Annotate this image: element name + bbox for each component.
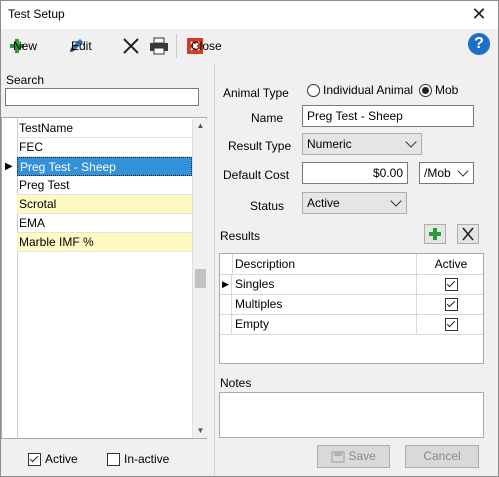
row-pointer-icon: ▶ xyxy=(220,274,232,294)
radio-individual-label: Individual Animal xyxy=(323,83,414,97)
test-list: TestName FEC ▶ Preg Test - Sheep Preg Test Sc… xyxy=(1,117,208,439)
title-bar: Test Setup ✕ xyxy=(1,1,498,29)
chevron-down-icon xyxy=(405,136,417,148)
help-icon[interactable]: ? xyxy=(468,33,490,55)
radio-mob-input[interactable] xyxy=(419,83,432,97)
list-item-label: Marble IMF % xyxy=(17,233,192,252)
result-active-checkbox[interactable] xyxy=(444,317,458,331)
results-row[interactable]: Multiples xyxy=(220,294,483,315)
list-item[interactable]: Scrotal xyxy=(2,195,192,214)
row-pointer-icon: ▶ xyxy=(5,161,13,172)
result-active-cell xyxy=(417,294,483,314)
delete-x-icon xyxy=(462,227,474,241)
cancel-button[interactable]: Cancel xyxy=(405,445,479,468)
results-row[interactable]: Empty xyxy=(220,314,483,335)
result-active-checkbox[interactable] xyxy=(444,277,458,291)
result-active-cell xyxy=(417,314,483,334)
test-setup-window: Test Setup ✕ New Edit Close ? Search Tes… xyxy=(0,0,499,477)
save-button[interactable]: Save xyxy=(317,445,390,468)
scroll-up-icon[interactable]: ▲ xyxy=(193,119,208,133)
result-type-value: Numeric xyxy=(307,137,352,151)
left-panel: Search TestName FEC ▶ Preg Test - Sheep Preg… xyxy=(1,63,209,476)
col-description-header[interactable]: Description xyxy=(233,254,417,274)
radio-individual[interactable]: Individual Animal xyxy=(307,83,413,97)
close-label: Close xyxy=(191,39,222,53)
animal-type-label: Animal Type xyxy=(223,86,289,100)
row-header-cell xyxy=(220,254,233,274)
new-label: New xyxy=(13,39,38,53)
list-item-label: TestName xyxy=(17,119,192,138)
status-value: Active xyxy=(307,196,340,210)
radio-mob-label: Mob xyxy=(435,83,459,97)
radio-mob[interactable]: Mob xyxy=(419,83,458,97)
new-button[interactable]: New xyxy=(9,34,37,58)
edit-label: Edit xyxy=(71,39,92,53)
delete-x-icon xyxy=(123,38,139,54)
list-item-label: FEC xyxy=(17,138,192,157)
window-title: Test Setup xyxy=(8,7,65,21)
close-button[interactable]: Close xyxy=(187,34,222,58)
status-label: Status xyxy=(250,199,285,213)
list-scrollbar[interactable]: ▲ ▼ xyxy=(192,119,208,438)
toolbar-separator xyxy=(176,34,177,58)
print-button[interactable] xyxy=(149,34,169,58)
cost-unit-value: /Mob xyxy=(424,166,451,180)
list-item-label: Preg Test - Sheep xyxy=(17,157,192,176)
plus-icon xyxy=(429,228,441,240)
result-type-select[interactable]: Numeric xyxy=(302,133,422,155)
active-filter-label: Active xyxy=(45,452,78,466)
toolbar: New Edit Close ? xyxy=(1,30,498,62)
status-select[interactable]: Active xyxy=(302,192,407,214)
results-grid: Description Active ▶ Singles Multiples Empt… xyxy=(219,253,484,364)
remove-result-button[interactable] xyxy=(457,224,479,244)
list-item-label: Scrotal xyxy=(17,195,192,214)
list-item[interactable]: EMA xyxy=(2,214,192,233)
edit-button[interactable]: Edit xyxy=(67,34,92,58)
chevron-down-icon xyxy=(390,195,402,207)
results-header-row: Description Active xyxy=(220,254,483,275)
window-close-button[interactable]: ✕ xyxy=(468,3,490,25)
default-cost-field[interactable]: $0.00 xyxy=(302,162,408,184)
list-item-label: Preg Test xyxy=(17,176,192,195)
list-item[interactable]: FEC xyxy=(2,138,192,157)
result-description-cell[interactable]: Empty xyxy=(233,314,417,334)
printer-icon xyxy=(150,37,168,55)
add-result-button[interactable] xyxy=(424,224,446,244)
results-row[interactable]: ▶ Singles xyxy=(220,274,483,295)
save-disk-icon xyxy=(331,451,345,463)
list-item[interactable]: TestName xyxy=(2,119,192,138)
scroll-down-icon[interactable]: ▼ xyxy=(193,424,208,438)
result-type-label: Result Type xyxy=(228,139,292,153)
inactive-checkbox[interactable] xyxy=(107,452,120,466)
default-cost-label: Default Cost xyxy=(223,168,290,182)
name-label: Name xyxy=(251,111,284,125)
radio-individual-input[interactable] xyxy=(307,83,320,97)
cost-unit-select[interactable]: /Mob xyxy=(419,162,474,184)
row-pointer-icon xyxy=(220,294,232,314)
search-input[interactable] xyxy=(5,88,199,106)
chevron-down-icon xyxy=(457,165,469,177)
save-label: Save xyxy=(348,449,376,463)
list-item[interactable]: ▶ Preg Test - Sheep xyxy=(2,157,192,176)
active-checkbox[interactable] xyxy=(28,452,41,466)
row-pointer-icon xyxy=(220,314,232,334)
result-active-cell xyxy=(417,274,483,294)
name-field[interactable]: Preg Test - Sheep xyxy=(302,105,474,127)
filter-inactive[interactable]: In-active xyxy=(107,452,169,466)
results-label: Results xyxy=(220,229,261,243)
notes-textarea[interactable] xyxy=(219,392,484,438)
filter-active[interactable]: Active xyxy=(28,452,78,466)
result-description-cell[interactable]: Multiples xyxy=(233,294,417,314)
list-item[interactable]: Marble IMF % xyxy=(2,233,192,252)
list-item[interactable]: Preg Test xyxy=(2,176,192,195)
col-active-header[interactable]: Active xyxy=(417,254,483,274)
inactive-filter-label: In-active xyxy=(124,452,170,466)
notes-label: Notes xyxy=(220,376,252,390)
scroll-thumb[interactable] xyxy=(195,269,206,288)
search-label: Search xyxy=(6,73,45,87)
delete-button[interactable] xyxy=(122,34,140,58)
result-active-checkbox[interactable] xyxy=(444,297,458,311)
list-item-label: EMA xyxy=(17,214,192,233)
result-description-cell[interactable]: Singles xyxy=(233,274,417,294)
